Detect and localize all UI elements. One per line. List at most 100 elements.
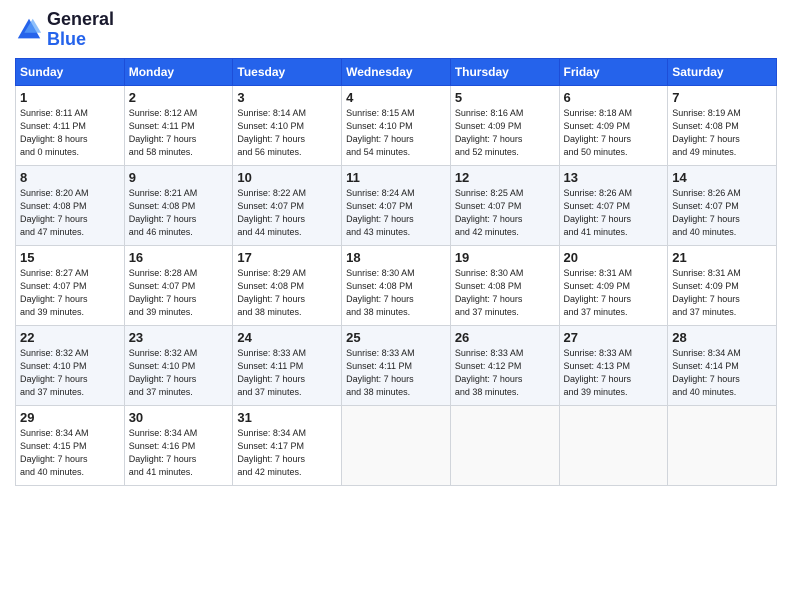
day-number: 30	[129, 410, 229, 425]
day-header-wednesday: Wednesday	[342, 58, 451, 85]
day-number: 25	[346, 330, 446, 345]
calendar-cell: 1Sunrise: 8:11 AMSunset: 4:11 PMDaylight…	[16, 85, 125, 165]
day-number: 28	[672, 330, 772, 345]
day-number: 14	[672, 170, 772, 185]
cell-info: Sunrise: 8:33 AMSunset: 4:11 PMDaylight:…	[237, 347, 337, 399]
cell-info: Sunrise: 8:34 AMSunset: 4:15 PMDaylight:…	[20, 427, 120, 479]
day-number: 11	[346, 170, 446, 185]
day-number: 10	[237, 170, 337, 185]
cell-info: Sunrise: 8:34 AMSunset: 4:17 PMDaylight:…	[237, 427, 337, 479]
calendar-cell: 11Sunrise: 8:24 AMSunset: 4:07 PMDayligh…	[342, 165, 451, 245]
cell-info: Sunrise: 8:32 AMSunset: 4:10 PMDaylight:…	[129, 347, 229, 399]
logo-icon	[15, 16, 43, 44]
cell-info: Sunrise: 8:12 AMSunset: 4:11 PMDaylight:…	[129, 107, 229, 159]
calendar-cell: 21 Sunrise: 8:31 AMSunset: 4:09 PMDayligh…	[668, 245, 777, 325]
calendar-cell: 3 Sunrise: 8:14 AMSunset: 4:10 PMDaylight…	[233, 85, 342, 165]
day-number: 9	[129, 170, 229, 185]
day-number: 7	[672, 90, 772, 105]
cell-info: Sunrise: 8:34 AMSunset: 4:14 PMDaylight:…	[672, 347, 772, 399]
calendar-cell: 16Sunrise: 8:28 AMSunset: 4:07 PMDayligh…	[124, 245, 233, 325]
day-number: 6	[564, 90, 664, 105]
day-number: 23	[129, 330, 229, 345]
cell-info: Sunrise: 8:32 AMSunset: 4:10 PMDaylight:…	[20, 347, 120, 399]
cell-info: Sunrise: 8:31 AMSunset: 4:09 PMDaylight:…	[672, 267, 772, 319]
calendar-week-3: 15Sunrise: 8:27 AMSunset: 4:07 PMDayligh…	[16, 245, 777, 325]
cell-info: Sunrise: 8:33 AMSunset: 4:13 PMDaylight:…	[564, 347, 664, 399]
calendar-cell: 9 Sunrise: 8:21 AMSunset: 4:08 PMDaylight…	[124, 165, 233, 245]
day-header-sunday: Sunday	[16, 58, 125, 85]
day-number: 17	[237, 250, 337, 265]
calendar-cell: 13 Sunrise: 8:26 AMSunset: 4:07 PMDayligh…	[559, 165, 668, 245]
cell-info: Sunrise: 8:21 AMSunset: 4:08 PMDaylight:…	[129, 187, 229, 239]
cell-info: Sunrise: 8:18 AMSunset: 4:09 PMDaylight:…	[564, 107, 664, 159]
calendar-cell	[342, 405, 451, 485]
calendar-cell: 18 Sunrise: 8:30 AMSunset: 4:08 PMDayligh…	[342, 245, 451, 325]
day-header-tuesday: Tuesday	[233, 58, 342, 85]
day-number: 19	[455, 250, 555, 265]
calendar-cell: 6 Sunrise: 8:18 AMSunset: 4:09 PMDaylight…	[559, 85, 668, 165]
calendar-cell: 19 Sunrise: 8:30 AMSunset: 4:08 PMDayligh…	[450, 245, 559, 325]
day-number: 24	[237, 330, 337, 345]
calendar-cell	[450, 405, 559, 485]
day-number: 5	[455, 90, 555, 105]
calendar-cell: 20Sunrise: 8:31 AMSunset: 4:09 PMDayligh…	[559, 245, 668, 325]
cell-info: Sunrise: 8:14 AMSunset: 4:10 PMDaylight:…	[237, 107, 337, 159]
day-number: 18	[346, 250, 446, 265]
day-number: 2	[129, 90, 229, 105]
day-number: 15	[20, 250, 120, 265]
cell-info: Sunrise: 8:30 AMSunset: 4:08 PMDaylight:…	[346, 267, 446, 319]
day-header-saturday: Saturday	[668, 58, 777, 85]
day-number: 4	[346, 90, 446, 105]
day-number: 1	[20, 90, 120, 105]
calendar-cell: 31 Sunrise: 8:34 AMSunset: 4:17 PMDayligh…	[233, 405, 342, 485]
day-number: 26	[455, 330, 555, 345]
calendar-body: 1Sunrise: 8:11 AMSunset: 4:11 PMDaylight…	[16, 85, 777, 485]
calendar-cell: 5 Sunrise: 8:16 AMSunset: 4:09 PMDaylight…	[450, 85, 559, 165]
day-number: 16	[129, 250, 229, 265]
calendar-cell: 29 Sunrise: 8:34 AMSunset: 4:15 PMDayligh…	[16, 405, 125, 485]
calendar-cell: 7 Sunrise: 8:19 AMSunset: 4:08 PMDaylight…	[668, 85, 777, 165]
calendar-cell: 2 Sunrise: 8:12 AMSunset: 4:11 PMDaylight…	[124, 85, 233, 165]
cell-info: Sunrise: 8:34 AMSunset: 4:16 PMDaylight:…	[129, 427, 229, 479]
day-header-friday: Friday	[559, 58, 668, 85]
calendar-week-2: 8Sunrise: 8:20 AMSunset: 4:08 PMDaylight…	[16, 165, 777, 245]
cell-info: Sunrise: 8:22 AMSunset: 4:07 PMDaylight:…	[237, 187, 337, 239]
cell-info: Sunrise: 8:33 AMSunset: 4:11 PMDaylight:…	[346, 347, 446, 399]
day-number: 29	[20, 410, 120, 425]
cell-info: Sunrise: 8:33 AMSunset: 4:12 PMDaylight:…	[455, 347, 555, 399]
calendar-week-4: 22 Sunrise: 8:32 AMSunset: 4:10 PMDayligh…	[16, 325, 777, 405]
calendar-cell: 26 Sunrise: 8:33 AMSunset: 4:12 PMDayligh…	[450, 325, 559, 405]
cell-info: Sunrise: 8:19 AMSunset: 4:08 PMDaylight:…	[672, 107, 772, 159]
calendar-cell	[559, 405, 668, 485]
cell-info: Sunrise: 8:26 AMSunset: 4:07 PMDaylight:…	[672, 187, 772, 239]
calendar-cell: 30 Sunrise: 8:34 AMSunset: 4:16 PMDayligh…	[124, 405, 233, 485]
cell-info: Sunrise: 8:25 AMSunset: 4:07 PMDaylight:…	[455, 187, 555, 239]
day-number: 13	[564, 170, 664, 185]
day-number: 3	[237, 90, 337, 105]
cell-info: Sunrise: 8:30 AMSunset: 4:08 PMDaylight:…	[455, 267, 555, 319]
calendar-cell: 25 Sunrise: 8:33 AMSunset: 4:11 PMDayligh…	[342, 325, 451, 405]
calendar-cell: 27 Sunrise: 8:33 AMSunset: 4:13 PMDayligh…	[559, 325, 668, 405]
day-number: 8	[20, 170, 120, 185]
calendar-cell: 24 Sunrise: 8:33 AMSunset: 4:11 PMDayligh…	[233, 325, 342, 405]
day-number: 31	[237, 410, 337, 425]
calendar-cell: 17Sunrise: 8:29 AMSunset: 4:08 PMDayligh…	[233, 245, 342, 325]
day-number: 22	[20, 330, 120, 345]
page-header: General Blue	[15, 10, 777, 50]
calendar-cell: 15Sunrise: 8:27 AMSunset: 4:07 PMDayligh…	[16, 245, 125, 325]
day-number: 20	[564, 250, 664, 265]
logo: General Blue	[15, 10, 114, 50]
calendar-cell: 4 Sunrise: 8:15 AMSunset: 4:10 PMDaylight…	[342, 85, 451, 165]
calendar-cell: 8Sunrise: 8:20 AMSunset: 4:08 PMDaylight…	[16, 165, 125, 245]
calendar-cell	[668, 405, 777, 485]
day-number: 27	[564, 330, 664, 345]
day-number: 21	[672, 250, 772, 265]
cell-info: Sunrise: 8:15 AMSunset: 4:10 PMDaylight:…	[346, 107, 446, 159]
logo-text: General Blue	[47, 10, 114, 50]
cell-info: Sunrise: 8:16 AMSunset: 4:09 PMDaylight:…	[455, 107, 555, 159]
day-header-thursday: Thursday	[450, 58, 559, 85]
calendar-cell: 23 Sunrise: 8:32 AMSunset: 4:10 PMDayligh…	[124, 325, 233, 405]
calendar-header-row: SundayMondayTuesdayWednesdayThursdayFrid…	[16, 58, 777, 85]
calendar-cell: 12Sunrise: 8:25 AMSunset: 4:07 PMDayligh…	[450, 165, 559, 245]
cell-info: Sunrise: 8:26 AMSunset: 4:07 PMDaylight:…	[564, 187, 664, 239]
